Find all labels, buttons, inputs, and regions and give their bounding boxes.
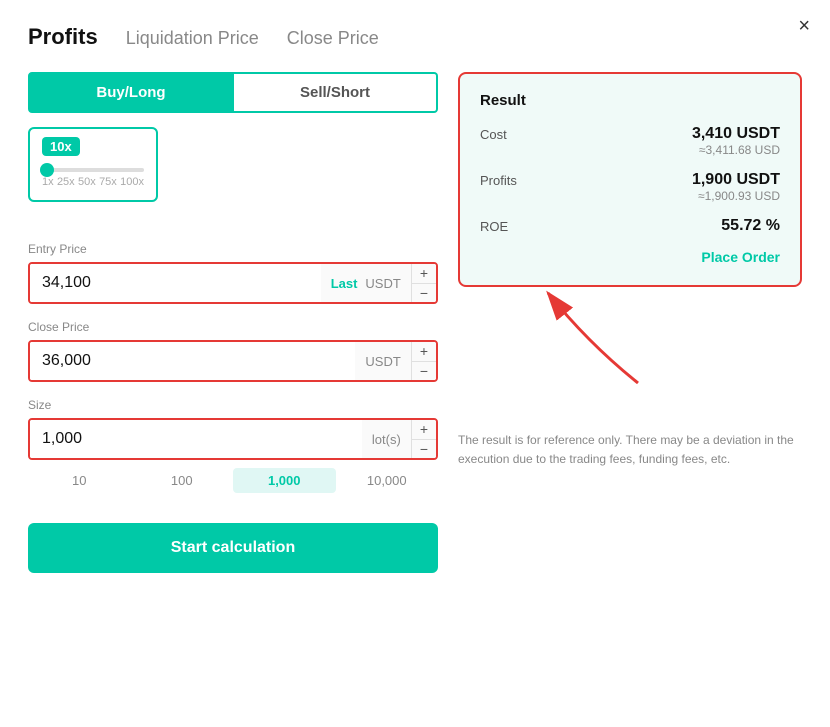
size-label: Size [28, 398, 438, 412]
tab-close-price[interactable]: Close Price [287, 28, 379, 49]
size-pick-10[interactable]: 10 [28, 468, 131, 493]
place-order-area: Place Order [480, 249, 780, 267]
entry-price-stepper: + − [411, 264, 436, 302]
size-group: Size lot(s) + − 10 100 1,000 10,000 [28, 398, 438, 493]
cost-label: Cost [480, 125, 507, 142]
entry-price-unit-label: USDT [365, 276, 400, 291]
lev-25x: 25x [57, 176, 75, 188]
lev-50x: 50x [78, 176, 96, 188]
result-title: Result [480, 92, 780, 109]
arrow-area [458, 303, 802, 423]
tab-liquidation-price[interactable]: Liquidation Price [126, 28, 259, 49]
red-arrow-svg [488, 283, 688, 413]
size-picks: 10 100 1,000 10,000 [28, 468, 438, 493]
place-order-button[interactable]: Place Order [701, 249, 780, 265]
close-button[interactable]: × [798, 16, 810, 36]
cost-main-value: 3,410 USDT [692, 125, 780, 143]
leverage-track[interactable] [42, 168, 144, 172]
roe-row: ROE 55.72 % [480, 217, 780, 235]
roe-value: 55.72 % [721, 217, 780, 235]
leverage-labels: 1x 25x 50x 75x 100x [42, 176, 144, 188]
start-calculation-button[interactable]: Start calculation [28, 523, 438, 573]
profits-label: Profits [480, 171, 517, 188]
size-pick-10000[interactable]: 10,000 [336, 468, 439, 493]
close-price-unit-label: USDT [365, 354, 400, 369]
leverage-badge: 10x [42, 137, 80, 156]
toggle-row: Buy/Long Sell/Short [28, 72, 438, 113]
close-price-label: Close Price [28, 320, 438, 334]
entry-price-input[interactable] [30, 264, 321, 302]
size-unit: lot(s) [362, 420, 411, 458]
buy-long-button[interactable]: Buy/Long [28, 72, 234, 113]
profits-row: Profits 1,900 USDT ≈1,900.93 USD [480, 171, 780, 203]
close-price-input[interactable] [30, 342, 355, 380]
size-unit-label: lot(s) [372, 432, 401, 447]
roe-values: 55.72 % [721, 217, 780, 235]
close-price-unit: USDT [355, 342, 410, 380]
size-pick-100[interactable]: 100 [131, 468, 234, 493]
profits-main-value: 1,900 USDT [692, 171, 780, 189]
disclaimer-text: The result is for reference only. There … [458, 431, 802, 469]
profits-values: 1,900 USDT ≈1,900.93 USD [692, 171, 780, 203]
close-price-input-row: USDT + − [28, 340, 438, 382]
lev-1x: 1x [42, 176, 54, 188]
entry-price-unit: Last USDT [321, 264, 411, 302]
close-price-group: Close Price USDT + − [28, 320, 438, 382]
last-badge[interactable]: Last [331, 276, 358, 291]
size-increment[interactable]: + [412, 420, 436, 440]
cost-sub-value: ≈3,411.68 USD [692, 143, 780, 157]
size-pick-1000[interactable]: 1,000 [233, 468, 336, 493]
header-tabs: Profits Liquidation Price Close Price [28, 24, 802, 50]
sell-short-button[interactable]: Sell/Short [234, 72, 438, 113]
size-stepper: + − [411, 420, 436, 458]
lev-75x: 75x [99, 176, 117, 188]
profits-sub-value: ≈1,900.93 USD [692, 189, 780, 203]
close-price-stepper: + − [411, 342, 436, 380]
entry-price-label: Entry Price [28, 242, 438, 256]
entry-price-group: Entry Price Last USDT + − [28, 242, 438, 304]
size-input-row: lot(s) + − [28, 418, 438, 460]
size-decrement[interactable]: − [412, 440, 436, 459]
modal: × Profits Liquidation Price Close Price … [0, 0, 830, 727]
leverage-control[interactable]: 10x 1x 25x 50x 75x 100x [28, 127, 158, 202]
roe-label: ROE [480, 217, 508, 234]
lev-100x: 100x [120, 176, 144, 188]
main-layout: Buy/Long Sell/Short 10x 1x 25x [28, 72, 802, 573]
close-price-increment[interactable]: + [412, 342, 436, 362]
cost-values: 3,410 USDT ≈3,411.68 USD [692, 125, 780, 157]
entry-price-decrement[interactable]: − [412, 284, 436, 303]
size-input[interactable] [30, 420, 362, 458]
leverage-section: 10x 1x 25x 50x 75x 100x [28, 127, 438, 222]
left-panel: Buy/Long Sell/Short 10x 1x 25x [28, 72, 438, 573]
tab-profits[interactable]: Profits [28, 24, 98, 50]
leverage-thumb[interactable] [40, 163, 54, 177]
leverage-slider-wrapper [42, 168, 144, 172]
entry-price-increment[interactable]: + [412, 264, 436, 284]
close-price-decrement[interactable]: − [412, 362, 436, 381]
entry-price-input-row: Last USDT + − [28, 262, 438, 304]
result-box: Result Cost 3,410 USDT ≈3,411.68 USD Pro… [458, 72, 802, 287]
right-panel: Result Cost 3,410 USDT ≈3,411.68 USD Pro… [458, 72, 802, 573]
cost-row: Cost 3,410 USDT ≈3,411.68 USD [480, 125, 780, 157]
